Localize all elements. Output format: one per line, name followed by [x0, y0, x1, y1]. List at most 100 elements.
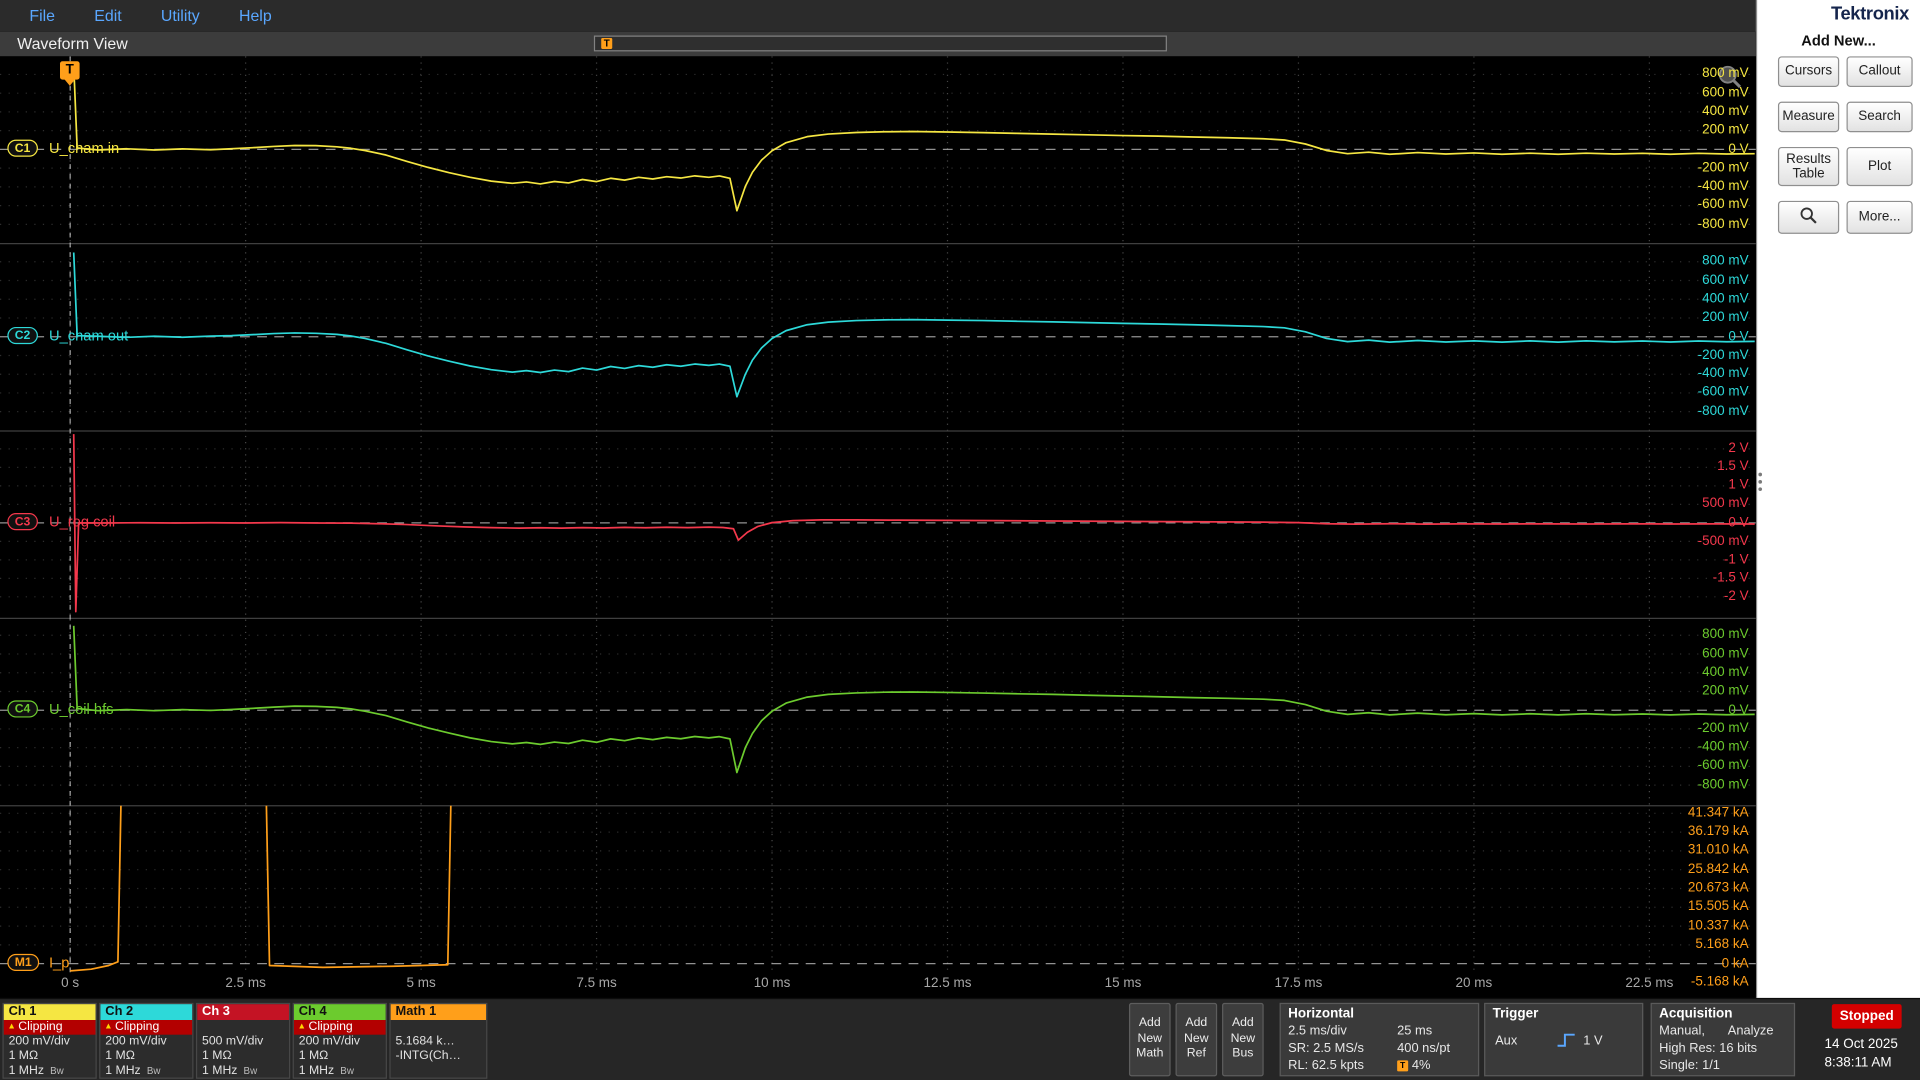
- scale-label-c1: -200 mV: [1697, 160, 1749, 175]
- menu-utility[interactable]: Utility: [141, 0, 219, 32]
- add-new-header: Add New...: [1801, 31, 1876, 49]
- channel-setting: 200 mV/div: [105, 1034, 167, 1049]
- scale-label-c3: 1 V: [1728, 477, 1749, 493]
- trigger-panel[interactable]: Trigger Aux 1 V: [1484, 1002, 1644, 1077]
- scale-label-m1: 5.168 kA: [1695, 936, 1749, 952]
- scale-label-c2: -200 mV: [1697, 347, 1749, 363]
- horizontal-panel[interactable]: Horizontal 2.5 ms/div 25 ms SR: 2.5 MS/s…: [1279, 1002, 1480, 1077]
- acquisition-panel[interactable]: Acquisition Manual, Analyze High Res: 16…: [1650, 1002, 1796, 1077]
- channel-name: Math 1: [390, 1004, 487, 1020]
- channel-badge-ch-3[interactable]: Ch 3 500 mV/div 1 MΩ 1 MHz Bw: [195, 1002, 291, 1079]
- scale-label-c4: 0 V: [1728, 702, 1749, 717]
- measure-button[interactable]: Measure: [1777, 101, 1840, 133]
- acquisition-single: Single: 1/1: [1659, 1057, 1720, 1073]
- search-button[interactable]: Search: [1846, 101, 1913, 133]
- scale-label-m1: 10.337 kA: [1687, 918, 1749, 933]
- time-tick: 7.5 ms: [576, 975, 617, 991]
- panel-splitter-grip[interactable]: [1758, 472, 1763, 492]
- scale-label-c4: -800 mV: [1697, 777, 1749, 792]
- add-new-ref-button[interactable]: Add New Ref: [1175, 1002, 1218, 1077]
- add-new-buttons: Add New Math Add New Ref Add New Bus: [1128, 1002, 1264, 1077]
- trigger-flag-icon[interactable]: T: [59, 61, 80, 86]
- scale-label-c2: -600 mV: [1697, 384, 1749, 400]
- nav-trigger-marker[interactable]: T: [601, 37, 613, 49]
- trigger-position-percent: T 4%: [1397, 1058, 1430, 1073]
- channel-handle-c3[interactable]: C3: [7, 513, 38, 531]
- sample-rate: SR: 2.5 MS/s: [1288, 1040, 1364, 1056]
- clipping-warning: ▲ Clipping: [3, 1019, 96, 1035]
- acquisition-analyze[interactable]: Analyze: [1728, 1024, 1774, 1039]
- plot-button[interactable]: Plot: [1846, 146, 1913, 187]
- acquisition-title: Acquisition: [1659, 1006, 1733, 1022]
- status-bar: Ch 1 ▲ Clipping 200 mV/div 1 MΩ 1 MHz Bw Ch 2 ▲ C…: [0, 997, 1920, 1080]
- channel-label-c3: U_rog coil: [48, 513, 116, 531]
- time-tick: 17.5 ms: [1274, 975, 1323, 991]
- scale-label-c4: 400 mV: [1702, 664, 1749, 680]
- scale-label-m1: 36.179 kA: [1687, 824, 1749, 839]
- time-tick: 10 ms: [753, 975, 791, 991]
- scale-label-m1: 25.842 kA: [1687, 861, 1749, 877]
- time-label: 8:38:11 AM: [1824, 1055, 1892, 1071]
- scale-label-c2: 400 mV: [1702, 291, 1749, 306]
- channel-setting: 1 MΩ: [105, 1049, 135, 1063]
- channel-name: Ch 3: [197, 1004, 289, 1020]
- scale-label-m1: 20.673 kA: [1687, 880, 1749, 896]
- acquisition-mode: Manual,: [1659, 1023, 1705, 1039]
- scale-label-c1: -800 mV: [1697, 216, 1749, 232]
- trace-c1: [72, 65, 1755, 212]
- time-tick: 5 ms: [406, 975, 436, 991]
- horizontal-position-indicator[interactable]: T: [593, 35, 1167, 52]
- menu-file[interactable]: File: [10, 0, 75, 32]
- channel-name: Ch 1: [3, 1004, 96, 1020]
- channel-setting: 1 MΩ: [298, 1049, 329, 1063]
- waveform-display[interactable]: T 800 mV 600 mV 400 mV 200 mV 0 V -200 mV -400…: [0, 56, 1756, 995]
- channel-setting: 500 mV/div: [202, 1034, 264, 1049]
- waveform-view-window: Waveform View T T 800 mV 600 mV 400 mV 200 …: [0, 31, 1756, 998]
- zoom-tool-button[interactable]: [1777, 200, 1840, 234]
- scale-label-c4: -400 mV: [1697, 739, 1749, 755]
- scale-label-c3: -1 V: [1723, 551, 1749, 567]
- scale-label-c4: 600 mV: [1702, 646, 1749, 661]
- scale-label-c2: 200 mV: [1702, 310, 1749, 325]
- results-table-button[interactable]: Results Table: [1777, 146, 1840, 187]
- run-stop-status[interactable]: Stopped: [1831, 1004, 1902, 1029]
- callout-button[interactable]: Callout: [1846, 56, 1913, 87]
- warning-icon: ▲: [297, 1022, 307, 1032]
- channel-setting: 1 MHz Bw: [202, 1064, 258, 1078]
- menu-bar: File Edit Utility Help: [0, 0, 1756, 32]
- channel-setting: 1 MHz Bw: [105, 1064, 161, 1078]
- channel-badge-ch-1[interactable]: Ch 1 ▲ Clipping 200 mV/div 1 MΩ 1 MHz Bw: [2, 1002, 97, 1079]
- channel-handle-c2[interactable]: C2: [7, 326, 38, 345]
- scale-label-c1: 400 mV: [1702, 103, 1749, 119]
- channel-badge-ch-2[interactable]: Ch 2 ▲ Clipping 200 mV/div 1 MΩ 1 MHz Bw: [99, 1002, 194, 1079]
- scale-label-c1: 0 V: [1728, 141, 1749, 157]
- date-label: 14 Oct 2025: [1824, 1037, 1898, 1052]
- channel-handle-m1[interactable]: M1: [7, 953, 40, 972]
- add-new-bus-button[interactable]: Add New Bus: [1222, 1002, 1264, 1077]
- waveform-canvas: [0, 56, 1756, 974]
- channel-badge-math-1[interactable]: Math 1 5.1684 k… -INTG(Ch…: [389, 1002, 488, 1079]
- scale-label-c3: 500 mV: [1702, 496, 1749, 512]
- add-new-math-button[interactable]: Add New Math: [1128, 1002, 1171, 1077]
- scale-label-c4: -600 mV: [1697, 758, 1749, 774]
- clipping-warning: ▲ Clipping: [100, 1019, 193, 1035]
- trigger-level: 1 V: [1583, 1033, 1603, 1049]
- channel-handle-c4[interactable]: C4: [7, 700, 38, 718]
- scale-label-m1: 15.505 kA: [1687, 899, 1749, 915]
- channel-badge-ch-4[interactable]: Ch 4 ▲ Clipping 200 mV/div 1 MΩ 1 MHz Bw: [292, 1002, 387, 1079]
- bandwidth-icon: Bw: [340, 1065, 354, 1077]
- scale-label-m1: 0 kA: [1721, 955, 1749, 971]
- more-button[interactable]: More...: [1846, 200, 1913, 234]
- scale-label-c3: -1.5 V: [1712, 570, 1749, 586]
- oscilloscope-app: File Edit Utility Help Tektronix Add New…: [0, 0, 1920, 1080]
- channel-label-c1: U_cham in: [48, 139, 120, 157]
- channel-setting: 1 MΩ: [8, 1049, 39, 1063]
- trace-c2: [72, 252, 1755, 398]
- record-length: RL: 62.5 kpts: [1288, 1057, 1364, 1073]
- menu-help[interactable]: Help: [219, 0, 291, 32]
- channel-handle-c1[interactable]: C1: [7, 139, 38, 157]
- scale-label-c2: 600 mV: [1702, 272, 1749, 288]
- cursors-button[interactable]: Cursors: [1777, 56, 1840, 87]
- channel-setting: -INTG(Ch…: [395, 1049, 461, 1063]
- menu-edit[interactable]: Edit: [75, 0, 142, 32]
